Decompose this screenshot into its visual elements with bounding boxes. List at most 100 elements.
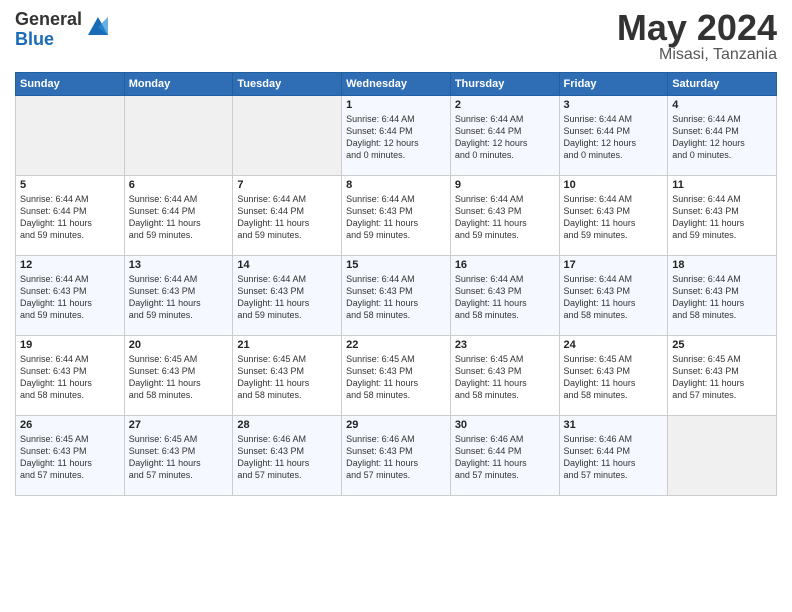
day-info-0-5: Sunrise: 6:44 AM Sunset: 6:44 PM Dayligh… [564,113,664,162]
day-info-1-0: Sunrise: 6:44 AM Sunset: 6:44 PM Dayligh… [20,193,120,242]
header-thursday: Thursday [450,73,559,96]
cell-1-6: 11 Sunrise: 6:44 AM Sunset: 6:43 PM Dayli… [668,176,777,256]
day-number-1-0: 5 [20,179,120,191]
day-info-1-4: Sunrise: 6:44 AM Sunset: 6:43 PM Dayligh… [455,193,555,242]
cell-1-0: 5 Sunrise: 6:44 AM Sunset: 6:44 PM Daylig… [16,176,125,256]
logo-icon [84,13,112,41]
day-number-0-3: 1 [346,99,446,111]
day-number-0-5: 3 [564,99,664,111]
day-number-4-3: 29 [346,419,446,431]
cell-3-1: 20 Sunrise: 6:45 AM Sunset: 6:43 PM Dayli… [124,336,233,416]
day-number-1-4: 9 [455,179,555,191]
day-info-4-4: Sunrise: 6:46 AM Sunset: 6:44 PM Dayligh… [455,433,555,482]
cell-0-6: 4 Sunrise: 6:44 AM Sunset: 6:44 PM Daylig… [668,96,777,176]
day-info-3-1: Sunrise: 6:45 AM Sunset: 6:43 PM Dayligh… [129,353,229,402]
cell-0-5: 3 Sunrise: 6:44 AM Sunset: 6:44 PM Daylig… [559,96,668,176]
day-number-3-1: 20 [129,339,229,351]
day-info-2-0: Sunrise: 6:44 AM Sunset: 6:43 PM Dayligh… [20,273,120,322]
day-number-3-2: 21 [237,339,337,351]
day-info-1-2: Sunrise: 6:44 AM Sunset: 6:44 PM Dayligh… [237,193,337,242]
day-info-2-2: Sunrise: 6:44 AM Sunset: 6:43 PM Dayligh… [237,273,337,322]
day-info-2-5: Sunrise: 6:44 AM Sunset: 6:43 PM Dayligh… [564,273,664,322]
day-info-4-0: Sunrise: 6:45 AM Sunset: 6:43 PM Dayligh… [20,433,120,482]
day-info-3-4: Sunrise: 6:45 AM Sunset: 6:43 PM Dayligh… [455,353,555,402]
day-number-0-4: 2 [455,99,555,111]
logo-text: General Blue [15,10,82,50]
week-row-4: 26 Sunrise: 6:45 AM Sunset: 6:43 PM Dayli… [16,416,777,496]
day-number-3-4: 23 [455,339,555,351]
day-number-1-1: 6 [129,179,229,191]
cell-1-3: 8Sunrise: 6:44 AM Sunset: 6:43 PM Daylig… [342,176,451,256]
day-info-1-6: Sunrise: 6:44 AM Sunset: 6:43 PM Dayligh… [672,193,772,242]
day-info-3-2: Sunrise: 6:45 AM Sunset: 6:43 PM Dayligh… [237,353,337,402]
day-info-3-0: Sunrise: 6:44 AM Sunset: 6:43 PM Dayligh… [20,353,120,402]
cell-4-3: 29 Sunrise: 6:46 AM Sunset: 6:43 PM Dayli… [342,416,451,496]
cell-3-2: 21 Sunrise: 6:45 AM Sunset: 6:43 PM Dayli… [233,336,342,416]
cell-2-1: 13Sunrise: 6:44 AM Sunset: 6:43 PM Dayli… [124,256,233,336]
day-number-0-6: 4 [672,99,772,111]
location-title: Misasi, Tanzania [617,46,777,64]
day-number-2-5: 17 [564,259,664,271]
header-row: Sunday Monday Tuesday Wednesday Thursday… [16,73,777,96]
week-row-1: 5 Sunrise: 6:44 AM Sunset: 6:44 PM Daylig… [16,176,777,256]
calendar-header: Sunday Monday Tuesday Wednesday Thursday… [16,73,777,96]
day-number-4-5: 31 [564,419,664,431]
day-number-1-2: 7 [237,179,337,191]
day-info-0-6: Sunrise: 6:44 AM Sunset: 6:44 PM Dayligh… [672,113,772,162]
cell-2-6: 18Sunrise: 6:44 AM Sunset: 6:43 PM Dayli… [668,256,777,336]
day-number-4-1: 27 [129,419,229,431]
cell-2-0: 12Sunrise: 6:44 AM Sunset: 6:43 PM Dayli… [16,256,125,336]
cell-4-4: 30Sunrise: 6:46 AM Sunset: 6:44 PM Dayli… [450,416,559,496]
cell-0-2 [233,96,342,176]
day-number-1-5: 10 [564,179,664,191]
header-tuesday: Tuesday [233,73,342,96]
day-number-3-3: 22 [346,339,446,351]
cell-3-6: 25Sunrise: 6:45 AM Sunset: 6:43 PM Dayli… [668,336,777,416]
calendar-table: Sunday Monday Tuesday Wednesday Thursday… [15,72,777,496]
week-row-0: 1 Sunrise: 6:44 AM Sunset: 6:44 PM Daylig… [16,96,777,176]
cell-0-3: 1 Sunrise: 6:44 AM Sunset: 6:44 PM Daylig… [342,96,451,176]
day-info-3-6: Sunrise: 6:45 AM Sunset: 6:43 PM Dayligh… [672,353,772,402]
day-info-3-3: Sunrise: 6:45 AM Sunset: 6:43 PM Dayligh… [346,353,446,402]
day-info-3-5: Sunrise: 6:45 AM Sunset: 6:43 PM Dayligh… [564,353,664,402]
cell-0-0 [16,96,125,176]
day-info-1-3: Sunrise: 6:44 AM Sunset: 6:43 PM Dayligh… [346,193,446,242]
week-row-3: 19Sunrise: 6:44 AM Sunset: 6:43 PM Dayli… [16,336,777,416]
cell-1-1: 6Sunrise: 6:44 AM Sunset: 6:44 PM Daylig… [124,176,233,256]
cell-1-4: 9 Sunrise: 6:44 AM Sunset: 6:43 PM Daylig… [450,176,559,256]
month-title: May 2024 [617,10,777,46]
cell-1-5: 10 Sunrise: 6:44 AM Sunset: 6:43 PM Dayli… [559,176,668,256]
day-number-2-4: 16 [455,259,555,271]
calendar-body: 1 Sunrise: 6:44 AM Sunset: 6:44 PM Daylig… [16,96,777,496]
day-info-2-3: Sunrise: 6:44 AM Sunset: 6:43 PM Dayligh… [346,273,446,322]
day-number-4-0: 26 [20,419,120,431]
cell-4-0: 26 Sunrise: 6:45 AM Sunset: 6:43 PM Dayli… [16,416,125,496]
logo-general: General [15,10,82,30]
day-info-4-3: Sunrise: 6:46 AM Sunset: 6:43 PM Dayligh… [346,433,446,482]
week-row-2: 12Sunrise: 6:44 AM Sunset: 6:43 PM Dayli… [16,256,777,336]
page: General Blue May 2024 Misasi, Tanzania S… [0,0,792,506]
day-info-1-5: Sunrise: 6:44 AM Sunset: 6:43 PM Dayligh… [564,193,664,242]
day-number-2-2: 14 [237,259,337,271]
cell-4-6 [668,416,777,496]
cell-1-2: 7 Sunrise: 6:44 AM Sunset: 6:44 PM Daylig… [233,176,342,256]
day-number-4-2: 28 [237,419,337,431]
day-info-0-4: Sunrise: 6:44 AM Sunset: 6:44 PM Dayligh… [455,113,555,162]
title-area: May 2024 Misasi, Tanzania [617,10,777,64]
cell-3-5: 24Sunrise: 6:45 AM Sunset: 6:43 PM Dayli… [559,336,668,416]
header: General Blue May 2024 Misasi, Tanzania [15,10,777,64]
cell-2-3: 15Sunrise: 6:44 AM Sunset: 6:43 PM Dayli… [342,256,451,336]
header-monday: Monday [124,73,233,96]
cell-4-2: 28Sunrise: 6:46 AM Sunset: 6:43 PM Dayli… [233,416,342,496]
day-info-0-3: Sunrise: 6:44 AM Sunset: 6:44 PM Dayligh… [346,113,446,162]
header-friday: Friday [559,73,668,96]
cell-0-1 [124,96,233,176]
cell-0-4: 2 Sunrise: 6:44 AM Sunset: 6:44 PM Daylig… [450,96,559,176]
day-number-1-6: 11 [672,179,772,191]
logo: General Blue [15,10,112,50]
cell-3-4: 23 Sunrise: 6:45 AM Sunset: 6:43 PM Dayli… [450,336,559,416]
cell-3-3: 22 Sunrise: 6:45 AM Sunset: 6:43 PM Dayli… [342,336,451,416]
day-number-2-6: 18 [672,259,772,271]
cell-4-5: 31Sunrise: 6:46 AM Sunset: 6:44 PM Dayli… [559,416,668,496]
header-sunday: Sunday [16,73,125,96]
